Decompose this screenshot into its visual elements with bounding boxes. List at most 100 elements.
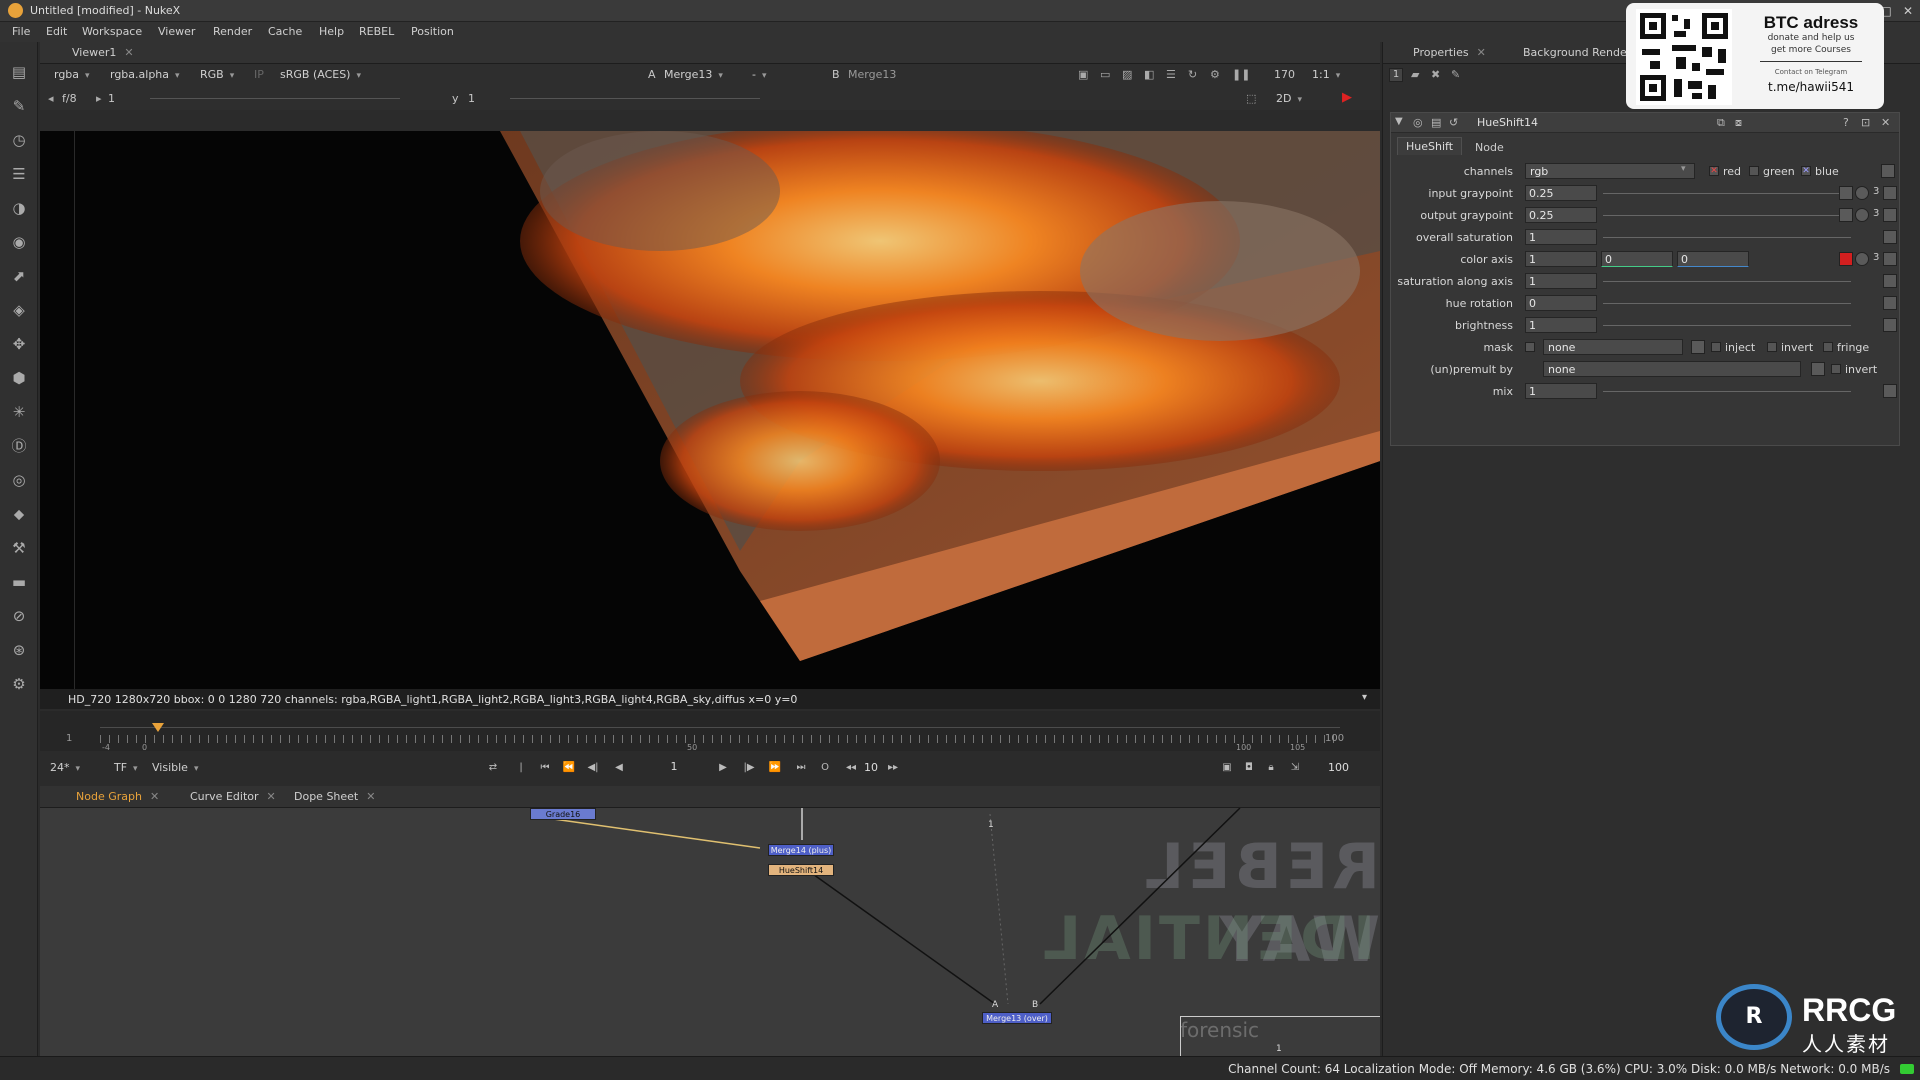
menu-render[interactable]: Render xyxy=(213,25,252,38)
blue-checkbox[interactable]: ✕ xyxy=(1801,166,1811,176)
color-axis-g-field[interactable]: 0 xyxy=(1601,251,1673,267)
current-frame-field[interactable]: 1 xyxy=(654,760,694,773)
view-node-icon[interactable]: ◎ xyxy=(1413,116,1423,129)
help-icon[interactable]: ? xyxy=(1843,116,1849,129)
lock-icon[interactable]: 🔒︎ xyxy=(1264,761,1278,775)
color-axis-swatch[interactable] xyxy=(1839,252,1853,266)
fps-dropdown[interactable]: 24* xyxy=(50,761,80,777)
skip-forward-icon[interactable]: ▸▸ xyxy=(886,761,900,775)
inject-checkbox[interactable] xyxy=(1711,342,1721,352)
gamma-slider[interactable] xyxy=(510,98,760,99)
clipping-icon[interactable]: ▨ xyxy=(1122,68,1132,81)
close-tab-icon[interactable]: ✕ xyxy=(1477,46,1486,59)
gamma-value[interactable]: 1 xyxy=(468,92,475,105)
filter-icon[interactable]: ◉ xyxy=(9,232,29,252)
out-point-icon[interactable]: O xyxy=(818,761,832,775)
color-icon[interactable]: ◑ xyxy=(9,198,29,218)
play-forward-icon[interactable]: ▶ xyxy=(716,761,730,775)
menu-help[interactable]: Help xyxy=(319,25,344,38)
node-grade[interactable]: Grade16 xyxy=(530,808,596,820)
mask-dropdown[interactable]: none xyxy=(1543,339,1683,355)
menu-viewer[interactable]: Viewer xyxy=(158,25,195,38)
tf-dropdown[interactable]: TF xyxy=(114,761,138,777)
input-graypoint-slider[interactable] xyxy=(1603,193,1851,194)
overall-saturation-field[interactable]: 1 xyxy=(1525,229,1597,245)
prev-keyframe-icon[interactable]: ⏪ xyxy=(562,761,576,775)
lock-panel-icon[interactable]: ▰ xyxy=(1411,68,1419,81)
color-swatch-icon[interactable] xyxy=(1839,208,1853,222)
input-graypoint-field[interactable]: 0.25 xyxy=(1525,185,1597,201)
close-tab-icon[interactable]: ✕ xyxy=(150,790,159,803)
animation-curve-icon[interactable] xyxy=(1883,186,1897,200)
node-merge13[interactable]: Merge13 (over) xyxy=(982,1012,1052,1024)
invert-mask-checkbox[interactable] xyxy=(1767,342,1777,352)
revert-icon[interactable]: ⧇ xyxy=(1735,116,1742,130)
tab-viewer1[interactable]: Viewer1 ✕ xyxy=(64,45,142,60)
view-mode-dropdown[interactable]: 2D xyxy=(1276,92,1332,108)
mix-slider[interactable] xyxy=(1603,391,1851,392)
roi-icon[interactable]: ▣ xyxy=(1078,68,1088,81)
mix-field[interactable]: 1 xyxy=(1525,383,1597,399)
ip-button[interactable]: IP xyxy=(254,68,264,81)
toolsets-icon[interactable]: ⚒ xyxy=(9,538,29,558)
unpremult-dropdown[interactable]: none xyxy=(1543,361,1801,377)
animation-curve-icon[interactable] xyxy=(1883,318,1897,332)
hue-rotation-field[interactable]: 0 xyxy=(1525,295,1597,311)
red-checkbox[interactable]: ✕ xyxy=(1709,166,1719,176)
wipe-icon[interactable]: ◧ xyxy=(1144,68,1154,81)
close-panel-icon[interactable]: ✕ xyxy=(1881,116,1890,129)
green-checkbox[interactable] xyxy=(1749,166,1759,176)
visible-dropdown[interactable]: Visible xyxy=(152,761,198,777)
end-frame-field[interactable]: 100 xyxy=(1328,761,1349,774)
output-graypoint-slider[interactable] xyxy=(1603,215,1851,216)
cache-icon[interactable]: ◘ xyxy=(1242,761,1256,775)
fstop-value[interactable]: f/8 xyxy=(62,92,77,105)
views-icon[interactable]: ◎ xyxy=(9,470,29,490)
saturation-along-axis-slider[interactable] xyxy=(1603,281,1851,282)
animation-curve-icon[interactable] xyxy=(1883,230,1897,244)
animation-curve-icon[interactable] xyxy=(1883,274,1897,288)
zoom-ratio-dropdown[interactable]: 1:1 xyxy=(1312,68,1340,84)
channel-options-icon[interactable] xyxy=(1881,164,1895,178)
channel-count-button[interactable]: 3 xyxy=(1873,252,1879,263)
menu-cache[interactable]: Cache xyxy=(268,25,302,38)
edit-icon[interactable]: ✎ xyxy=(1451,68,1460,81)
animation-curve-icon[interactable] xyxy=(1883,252,1897,266)
region-icon[interactable]: ⬚ xyxy=(1246,92,1256,105)
overall-saturation-slider[interactable] xyxy=(1603,237,1851,238)
b-input-dropdown[interactable]: Merge13 xyxy=(848,68,896,81)
transform-icon[interactable]: ✥ xyxy=(9,334,29,354)
channels-dropdown[interactable]: rgba xyxy=(54,68,90,84)
node-merge14[interactable]: Merge14 (plus) xyxy=(768,844,834,856)
pause-icon[interactable]: ❚❚ xyxy=(1232,68,1250,81)
channels-dropdown[interactable]: rgb xyxy=(1525,163,1695,179)
animation-curve-icon[interactable] xyxy=(1883,296,1897,310)
max-panels-field[interactable]: 1 xyxy=(1389,68,1403,82)
float-icon[interactable]: ⊡ xyxy=(1861,116,1870,129)
zoom-percent[interactable]: 170 xyxy=(1274,68,1295,81)
timeline[interactable]: 1 -4 0 50 100 105 100 xyxy=(40,711,1380,752)
invert-unpremult-checkbox[interactable] xyxy=(1831,364,1841,374)
unpremult-link-icon[interactable] xyxy=(1811,362,1825,376)
gain-value[interactable]: 1 xyxy=(108,92,115,105)
skip-back-icon[interactable]: ◂◂ xyxy=(844,761,858,775)
range-icon[interactable]: ⇲ xyxy=(1288,761,1302,775)
fstop-up-icon[interactable]: ▸ xyxy=(96,92,102,105)
3d-icon[interactable]: ⬢ xyxy=(9,368,29,388)
menu-rebel[interactable]: REBEL xyxy=(359,25,394,38)
subtab-node[interactable]: Node xyxy=(1467,139,1512,156)
saturation-along-axis-field[interactable]: 1 xyxy=(1525,273,1597,289)
next-keyframe-icon[interactable]: ⏩ xyxy=(768,761,782,775)
collapse-icon[interactable]: ▼ xyxy=(1395,116,1403,127)
particles-icon[interactable]: ✳ xyxy=(9,402,29,422)
close-tab-icon[interactable]: ✕ xyxy=(366,790,375,803)
timeline-track[interactable] xyxy=(100,727,1340,728)
color-axis-b-field[interactable]: 0 xyxy=(1677,251,1749,267)
float-panel-icon[interactable]: ⧉ xyxy=(1717,116,1725,130)
channel-count-button[interactable]: 3 xyxy=(1873,208,1879,219)
info-expand-icon[interactable]: ▾ xyxy=(1362,692,1367,703)
clear-panels-icon[interactable]: ✖ xyxy=(1431,68,1440,81)
furnace-icon[interactable]: ⊘ xyxy=(9,606,29,626)
close-tab-icon[interactable]: ✕ xyxy=(124,46,133,59)
tab-dope-sheet[interactable]: Dope Sheet ✕ xyxy=(286,789,383,804)
